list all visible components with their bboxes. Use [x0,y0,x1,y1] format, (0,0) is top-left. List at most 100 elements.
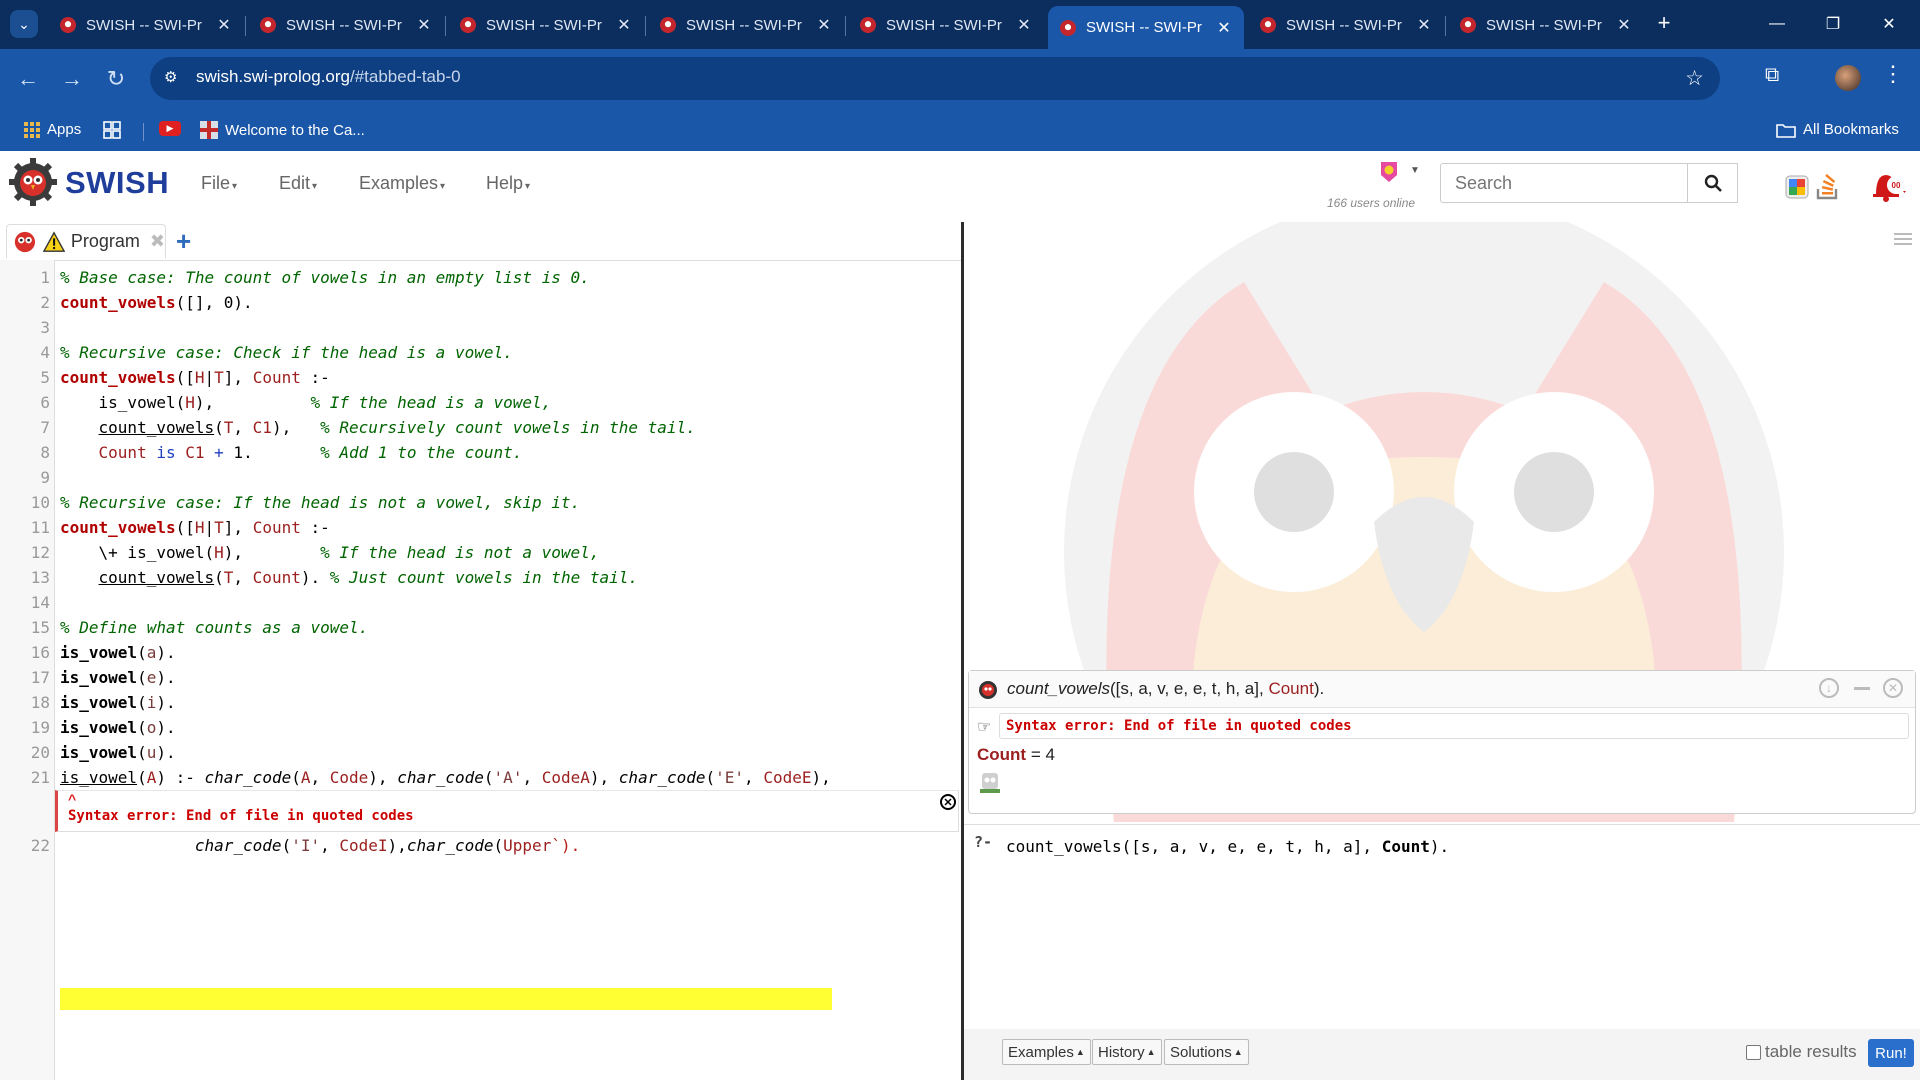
code-line[interactable]: \+ is_vowel(H), % If the head is not a v… [60,543,600,562]
url-text[interactable]: swish.swi-prolog.org/#tabbed-tab-0 [196,67,461,87]
line-number: 5 [40,368,50,387]
search-button[interactable] [1688,163,1738,203]
query-text[interactable]: count_vowels([s, a, v, e, e, t, h, a], C… [1006,837,1449,856]
browser-menu-icon[interactable]: ⋮ [1882,61,1904,87]
code-line[interactable]: is_vowel(i). [60,693,176,712]
site-info-icon[interactable]: ⚙ [164,68,177,86]
run-button[interactable]: Run! [1868,1039,1914,1067]
close-window-button[interactable]: ✕ [1866,8,1912,40]
restore-window-button[interactable]: ❐ [1810,8,1856,40]
new-tab-button[interactable]: + [1650,10,1678,36]
minimize-answer-icon[interactable] [1854,687,1870,690]
google-apps-icon[interactable] [1785,173,1809,199]
omnibox[interactable]: ⚙ swish.swi-prolog.org/#tabbed-tab-0 ☆ [150,57,1720,100]
menu-file[interactable]: File ▾ [201,173,237,194]
browser-tab[interactable]: SWISH -- SWI-Pr ✕ [1448,6,1644,44]
bookmark-star-icon[interactable]: ☆ [1685,66,1704,91]
examples-button[interactable]: Examples ▲ [1002,1039,1091,1065]
code-line[interactable]: is_vowel(H), % If the head is a vowel, [60,393,552,412]
caret-up-icon: ▲ [1146,1047,1156,1057]
browser-tab[interactable]: SWISH -- SWI-Pr ✕ [48,6,244,44]
close-tab-icon[interactable]: ✕ [612,15,636,35]
tab-program[interactable]: Program ✖ [6,224,166,258]
code-line[interactable]: char_code('I', CodeI),char_code(Upper`). [60,836,580,855]
code-line[interactable]: count_vowels(T, Count). % Just count vow… [60,568,638,587]
code-line[interactable]: is_vowel(u). [60,743,176,762]
code-token: char_code [194,836,282,855]
tab-separator [1445,16,1446,36]
code-line[interactable]: count_vowels([H|T], Count :- [60,518,330,537]
add-tab-button[interactable]: + [176,226,191,257]
code-line[interactable]: count_vowels([], 0). [60,293,253,312]
menu-edit[interactable]: Edit ▾ [279,173,317,194]
forward-button[interactable]: → [56,63,88,95]
menu-examples[interactable]: Examples ▾ [359,173,445,194]
tab-title: SWISH -- SWI-Pr [86,16,202,34]
code-line[interactable]: is_vowel(o). [60,718,176,737]
bookmark-welcome[interactable]: Welcome to the Ca... [200,121,365,139]
code-line[interactable]: % Recursive case: If the head is not a v… [60,493,580,512]
profile-avatar[interactable] [1835,65,1861,91]
pane-menu-icon[interactable] [1894,230,1912,248]
minimize-window-button[interactable]: — [1754,8,1800,40]
code-line[interactable]: count_vowels(T, C1), % Recursively count… [60,418,696,437]
code-line[interactable]: is_vowel(A) :- char_code(A, Code), char_… [60,768,831,787]
code-token: is_vowel( [60,393,186,412]
line-number: 17 [30,668,50,687]
pointing-hand-icon: ☞ [977,719,992,736]
browser-tab[interactable]: SWISH -- SWI-Pr ✕ [1248,6,1444,44]
line-number: 6 [40,393,50,412]
back-button[interactable]: ← [12,63,44,95]
close-tab-icon[interactable]: ✖ [150,231,165,252]
close-tab-icon[interactable]: ✕ [812,15,836,35]
code-line[interactable]: count_vowels([H|T], Count :- [60,368,330,387]
close-answer-icon[interactable]: ✕ [1883,678,1903,698]
close-tab-icon[interactable]: ✕ [1412,15,1436,35]
user-avatar-icon[interactable] [1380,161,1398,183]
close-tab-icon[interactable]: ✕ [1012,15,1036,35]
tab-search-button[interactable]: ⌄ [10,10,38,38]
download-icon[interactable]: ↓ [1819,678,1839,698]
bookmark-youtube[interactable]: ▶ [159,121,181,136]
close-error-icon[interactable]: ✕ [940,794,956,810]
code-token: ([], 0). [175,293,253,312]
query-input[interactable]: count_vowels([s, a, v, e, e, t, h, a], C… [1000,829,1912,1023]
code-line[interactable]: % Recursive case: Check if the head is a… [60,343,513,362]
close-tab-icon[interactable]: ✕ [1212,18,1236,38]
code-line[interactable]: Count is C1 + 1. % Add 1 to the count. [60,443,523,462]
user-caret-icon[interactable]: ▼ [1410,165,1420,176]
code-line[interactable]: is_vowel(a). [60,643,176,662]
browser-tab-bar: ⌄ SWISH -- SWI-Pr ✕ SWISH -- SWI-Pr ✕ SW… [0,0,1920,49]
swish-brand[interactable]: SWISH [65,165,169,201]
code-line[interactable]: % Define what counts as a vowel. [60,618,368,637]
browser-tab[interactable]: SWISH -- SWI-Pr ✕ [648,6,844,44]
table-results-checkbox[interactable] [1746,1045,1761,1060]
history-button[interactable]: History ▲ [1092,1039,1162,1065]
notification-bell-icon[interactable]: 00 [1868,169,1908,203]
reload-button[interactable]: ↻ [100,63,132,95]
browser-tab[interactable]: SWISH -- SWI-Pr ✕ [248,6,444,44]
code-line[interactable]: % Base case: The count of vowels in an e… [60,268,590,287]
search-input[interactable] [1440,163,1688,203]
code-line[interactable]: is_vowel(e). [60,668,176,687]
close-tab-icon[interactable]: ✕ [212,15,236,35]
query-text-end: ). [1429,837,1450,856]
close-tab-icon[interactable]: ✕ [412,15,436,35]
extensions-icon[interactable]: ⧉ [1765,64,1779,87]
swish-logo-icon[interactable] [8,157,58,207]
warning-triangle-icon [42,230,65,252]
solutions-button[interactable]: Solutions ▲ [1164,1039,1249,1065]
browser-tab[interactable]: SWISH -- SWI-Pr ✕ [448,6,644,44]
all-bookmarks[interactable]: All Bookmarks [1776,121,1899,138]
close-tab-icon[interactable]: ✕ [1612,15,1636,35]
code-token: ( [705,768,716,787]
code-token: CodeA [541,768,590,787]
code-token: H [194,368,205,387]
bookmark-grid[interactable] [103,121,121,139]
stackoverflow-icon[interactable] [1815,171,1841,201]
browser-tab-active[interactable]: SWISH -- SWI-Pr ✕ [1048,6,1244,49]
menu-help[interactable]: Help ▾ [486,173,530,194]
browser-tab[interactable]: SWISH -- SWI-Pr ✕ [848,6,1044,44]
bookmark-apps[interactable]: Apps [24,121,81,138]
